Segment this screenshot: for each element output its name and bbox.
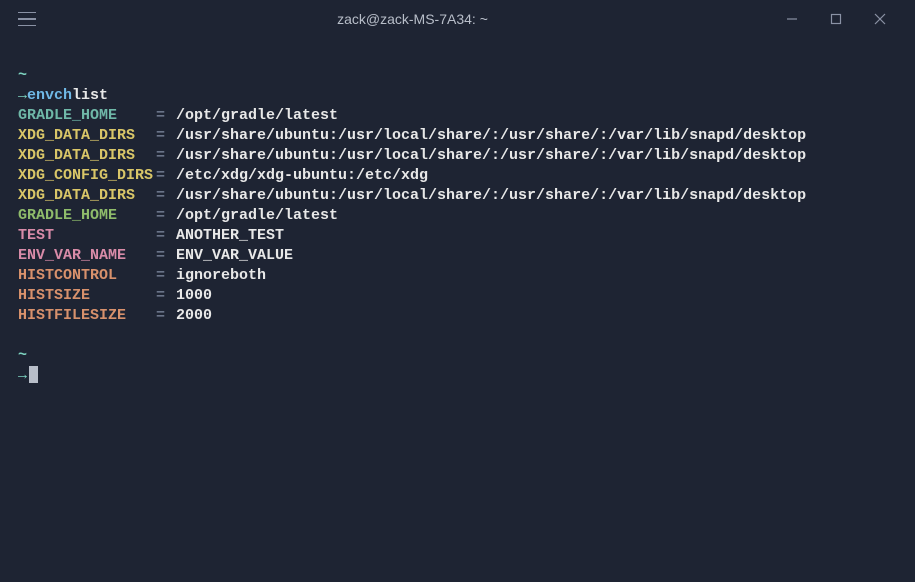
env-var-name: XDG_CONFIG_DIRS <box>18 166 156 186</box>
prompt-line: ~ <box>18 66 897 86</box>
window-title: zack@zack-MS-7A34: ~ <box>42 11 783 27</box>
env-var-name: GRADLE_HOME <box>18 206 156 226</box>
equals-sign: = <box>156 246 176 266</box>
maximize-button[interactable] <box>827 10 845 28</box>
terminal-output[interactable]: ~ → envch list GRADLE_HOME=/opt/gradle/l… <box>0 38 915 394</box>
env-var-value: /opt/gradle/latest <box>176 106 338 126</box>
env-var-value: 2000 <box>176 306 212 326</box>
tilde: ~ <box>18 346 27 366</box>
tilde: ~ <box>18 66 27 86</box>
env-var-name: HISTFILESIZE <box>18 306 156 326</box>
env-var-name: ENV_VAR_NAME <box>18 246 156 266</box>
env-var-row: XDG_DATA_DIRS=/usr/share/ubuntu:/usr/loc… <box>18 146 897 166</box>
close-button[interactable] <box>871 10 889 28</box>
env-var-value: 1000 <box>176 286 212 306</box>
equals-sign: = <box>156 126 176 146</box>
command-arg: list <box>72 86 108 106</box>
env-var-name: HISTCONTROL <box>18 266 156 286</box>
env-var-value: /usr/share/ubuntu:/usr/local/share/:/usr… <box>176 126 806 146</box>
env-var-row: HISTFILESIZE=2000 <box>18 306 897 326</box>
env-var-row: TEST=ANOTHER_TEST <box>18 226 897 246</box>
window-controls <box>783 10 889 28</box>
env-var-name: XDG_DATA_DIRS <box>18 126 156 146</box>
env-var-row: XDG_DATA_DIRS=/usr/share/ubuntu:/usr/loc… <box>18 126 897 146</box>
equals-sign: = <box>156 306 176 326</box>
command-line: → envch list <box>18 86 897 106</box>
prompt-ready: → <box>18 366 897 386</box>
prompt-line: ~ <box>18 346 897 366</box>
env-var-value: ignoreboth <box>176 266 266 286</box>
cursor <box>29 366 38 383</box>
equals-sign: = <box>156 146 176 166</box>
env-var-value: ENV_VAR_VALUE <box>176 246 293 266</box>
equals-sign: = <box>156 106 176 126</box>
env-var-row: GRADLE_HOME=/opt/gradle/latest <box>18 106 897 126</box>
env-var-value: /opt/gradle/latest <box>176 206 338 226</box>
minimize-button[interactable] <box>783 10 801 28</box>
env-var-row: HISTCONTROL=ignoreboth <box>18 266 897 286</box>
env-var-value: /usr/share/ubuntu:/usr/local/share/:/usr… <box>176 186 806 206</box>
equals-sign: = <box>156 186 176 206</box>
env-var-name: TEST <box>18 226 156 246</box>
env-var-name: XDG_DATA_DIRS <box>18 146 156 166</box>
env-var-row: HISTSIZE=1000 <box>18 286 897 306</box>
arrow-icon: → <box>18 86 27 106</box>
equals-sign: = <box>156 206 176 226</box>
titlebar: zack@zack-MS-7A34: ~ <box>0 0 915 38</box>
env-var-name: GRADLE_HOME <box>18 106 156 126</box>
menu-icon[interactable] <box>18 7 42 31</box>
env-var-row: XDG_DATA_DIRS=/usr/share/ubuntu:/usr/loc… <box>18 186 897 206</box>
arrow-icon: → <box>18 366 27 386</box>
env-var-name: XDG_DATA_DIRS <box>18 186 156 206</box>
equals-sign: = <box>156 226 176 246</box>
command: envch <box>27 86 72 106</box>
env-var-value: ANOTHER_TEST <box>176 226 284 246</box>
equals-sign: = <box>156 266 176 286</box>
env-var-value: /etc/xdg/xdg-ubuntu:/etc/xdg <box>176 166 428 186</box>
env-var-value: /usr/share/ubuntu:/usr/local/share/:/usr… <box>176 146 806 166</box>
equals-sign: = <box>156 286 176 306</box>
env-var-row: GRADLE_HOME=/opt/gradle/latest <box>18 206 897 226</box>
env-var-row: XDG_CONFIG_DIRS=/etc/xdg/xdg-ubuntu:/etc… <box>18 166 897 186</box>
equals-sign: = <box>156 166 176 186</box>
env-var-name: HISTSIZE <box>18 286 156 306</box>
env-var-row: ENV_VAR_NAME=ENV_VAR_VALUE <box>18 246 897 266</box>
